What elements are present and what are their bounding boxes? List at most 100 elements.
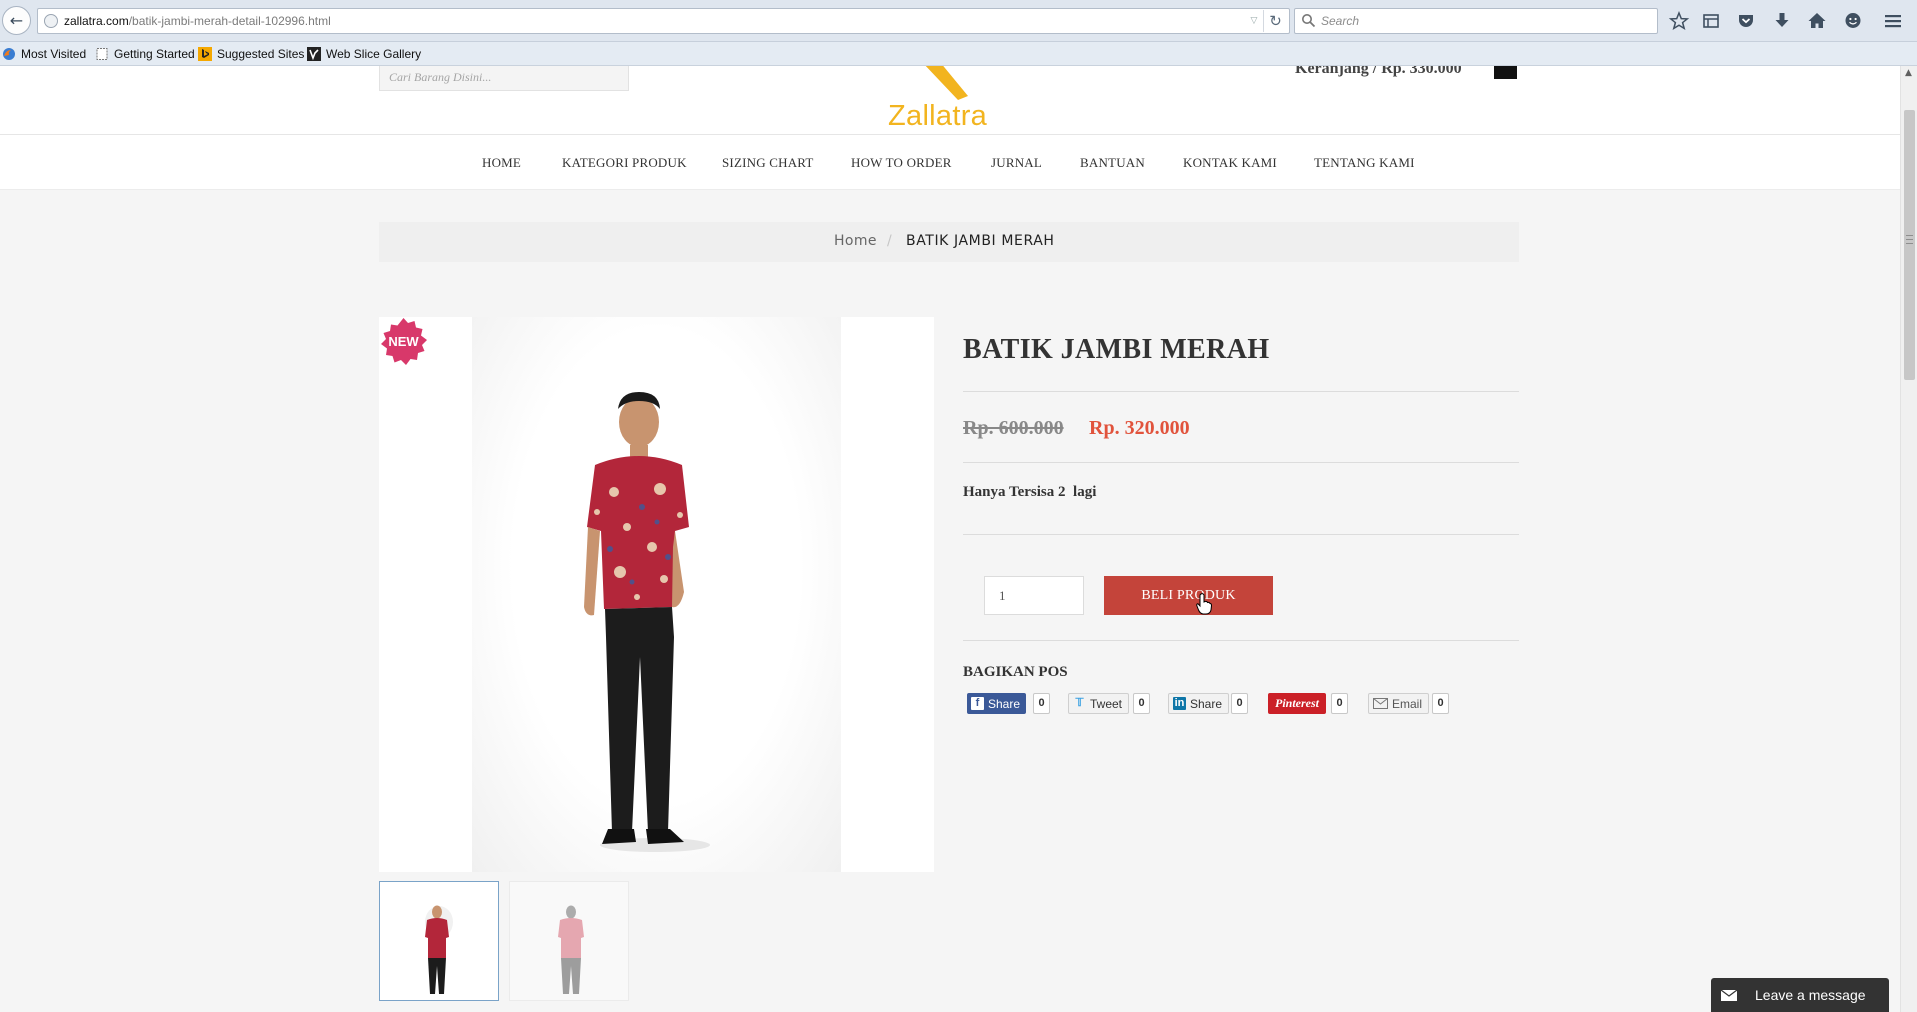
breadcrumb-current: BATIK JAMBI MERAH <box>906 233 1055 249</box>
search-icon <box>1302 14 1316 28</box>
twitter-share-count: 0 <box>1133 693 1150 714</box>
pinterest-logo-label: Pinterest <box>1275 696 1319 710</box>
breadcrumb-separator: / <box>887 233 892 249</box>
pocket-icon[interactable] <box>1735 10 1757 32</box>
url-domain: zallatra.com <box>64 14 129 28</box>
pinterest-share-count: 0 <box>1331 693 1348 714</box>
menu-hamburger-icon[interactable] <box>1882 10 1904 32</box>
divider <box>963 534 1519 535</box>
model-figure-image <box>584 392 710 852</box>
scrollbar-thumb[interactable] <box>1904 110 1915 380</box>
breadcrumb-home-link[interactable]: Home <box>834 233 877 249</box>
downloads-icon[interactable] <box>1771 10 1793 32</box>
nav-how-to-order[interactable]: HOW TO ORDER <box>851 155 952 171</box>
twitter-bird-icon: 𝕋 <box>1075 697 1084 709</box>
share-label: Email <box>1392 696 1423 711</box>
breadcrumb: Home / BATIK JAMBI MERAH <box>379 222 1519 262</box>
pinterest-share-button[interactable]: Pinterest <box>1268 693 1326 714</box>
firefox-icon <box>3 48 15 60</box>
email-share-count: 0 <box>1432 693 1449 714</box>
facebook-icon: f <box>971 697 984 710</box>
bookmarks-toolbar: Most Visited Getting Started Suggested S… <box>0 42 1917 66</box>
bookmark-label: Most Visited <box>21 47 87 61</box>
nav-kategori-produk[interactable]: KATEGORI PRODUK <box>562 155 687 171</box>
page-viewport: Cari Barang Disini... Zallatra Keranjang… <box>0 66 1900 1012</box>
product-photo <box>472 317 841 872</box>
facebook-share-button[interactable]: f Share <box>967 693 1027 714</box>
price-sale: Rp. 320.000 <box>1089 417 1190 439</box>
envelope-icon <box>1721 989 1737 1001</box>
browser-search-placeholder: Search <box>1321 14 1360 28</box>
reload-icon[interactable]: ↻ <box>1263 10 1287 32</box>
bookmark-label: Getting Started <box>114 47 195 61</box>
bookmark-label: Suggested Sites <box>217 47 305 61</box>
home-icon[interactable] <box>1806 10 1828 32</box>
product-thumbnail-2[interactable] <box>509 881 629 1001</box>
leave-message-label: Leave a message <box>1755 987 1866 1003</box>
envelope-icon <box>1373 698 1388 709</box>
email-share-button[interactable]: Email <box>1368 693 1430 714</box>
new-badge-icon: NEW <box>381 318 427 365</box>
nav-tentang-kami[interactable]: TENTANG KAMI <box>1314 155 1415 171</box>
zallatra-logo-icon <box>925 66 968 100</box>
site-identity-icon[interactable] <box>44 14 58 28</box>
site-logo[interactable]: Zallatra <box>888 100 987 133</box>
divider <box>963 462 1519 463</box>
browser-search-input[interactable]: Search <box>1294 8 1658 34</box>
nav-bantuan[interactable]: BANTUAN <box>1080 155 1145 171</box>
hand-cursor-icon <box>1196 593 1212 615</box>
linkedin-share-count: 0 <box>1231 693 1248 714</box>
cart-summary[interactable]: Keranjang / Rp. 330.000 <box>1295 66 1462 78</box>
twitter-tweet-button[interactable]: 𝕋 Tweet <box>1068 693 1130 714</box>
nav-kontak-kami[interactable]: KONTAK KAMI <box>1183 155 1277 171</box>
divider <box>963 391 1519 392</box>
url-path: /batik-jambi-merah-detail-102996.html <box>128 14 331 28</box>
cart-icon[interactable] <box>1494 66 1517 79</box>
stock-status: Hanya Tersisa 2 lagi <box>963 484 1097 500</box>
product-thumbnail-1[interactable] <box>379 881 499 1001</box>
scroll-up-arrow-icon[interactable]: ▲ <box>1905 68 1912 78</box>
url-text[interactable]: zallatra.com/batik-jambi-merah-detail-10… <box>64 14 331 28</box>
bookmark-most-visited[interactable]: Most Visited <box>2 46 86 62</box>
bookmark-web-slice-gallery[interactable]: Web Slice Gallery <box>307 46 421 62</box>
bookmark-suggested-sites[interactable]: Suggested Sites <box>198 46 304 62</box>
quantity-input[interactable]: 1 <box>984 576 1084 615</box>
page-scrollbar[interactable]: ▲ <box>1900 66 1917 1012</box>
scrollbar-grip-icon <box>1906 235 1913 244</box>
bing-icon <box>198 47 212 61</box>
nav-sizing-chart[interactable]: SIZING CHART <box>722 155 814 171</box>
divider <box>963 640 1519 641</box>
bookmark-label: Web Slice Gallery <box>326 47 422 61</box>
linkedin-icon: in <box>1173 697 1186 710</box>
chat-smiley-icon[interactable] <box>1842 10 1864 32</box>
product-title: BATIK JAMBI MERAH <box>963 334 1270 365</box>
leave-message-chat-button[interactable]: Leave a message <box>1711 978 1889 1012</box>
new-badge-label: NEW <box>388 334 419 349</box>
site-header: Cari Barang Disini... Zallatra Keranjang… <box>0 66 1900 135</box>
price-original: Rp. 600.000 <box>963 417 1064 439</box>
linkedin-share-button[interactable]: in Share <box>1168 693 1230 714</box>
browser-toolbar: ← zallatra.com/batik-jambi-merah-detail-… <box>0 0 1917 42</box>
share-label: Share <box>988 696 1021 711</box>
page-icon <box>96 48 108 60</box>
webslice-icon <box>307 47 321 61</box>
back-button[interactable]: ← <box>2 6 31 35</box>
nav-home[interactable]: HOME <box>482 155 521 171</box>
chevron-down-icon[interactable]: ▽ <box>1247 14 1261 28</box>
share-section-title: BAGIKAN POS <box>963 664 1068 680</box>
bookmark-getting-started[interactable]: Getting Started <box>95 46 195 62</box>
product-search-placeholder: Cari Barang Disini... <box>389 70 492 84</box>
share-label: Share <box>1190 696 1223 711</box>
nav-jurnal[interactable]: JURNAL <box>991 155 1042 171</box>
product-main-image[interactable] <box>379 317 934 872</box>
thumbnail-image <box>558 905 584 994</box>
product-search-input[interactable]: Cari Barang Disini... <box>379 66 629 91</box>
facebook-share-count: 0 <box>1033 693 1050 714</box>
buy-product-button[interactable]: BELI PRODUK <box>1104 576 1273 615</box>
bookmarks-library-icon[interactable] <box>1700 10 1722 32</box>
url-bar[interactable]: zallatra.com/batik-jambi-merah-detail-10… <box>37 8 1290 34</box>
bookmark-star-icon[interactable] <box>1668 10 1690 32</box>
main-navigation: HOME KATEGORI PRODUK SIZING CHART HOW TO… <box>0 135 1900 190</box>
share-label: Tweet <box>1090 696 1123 711</box>
arrow-left-icon: ← <box>9 11 24 30</box>
